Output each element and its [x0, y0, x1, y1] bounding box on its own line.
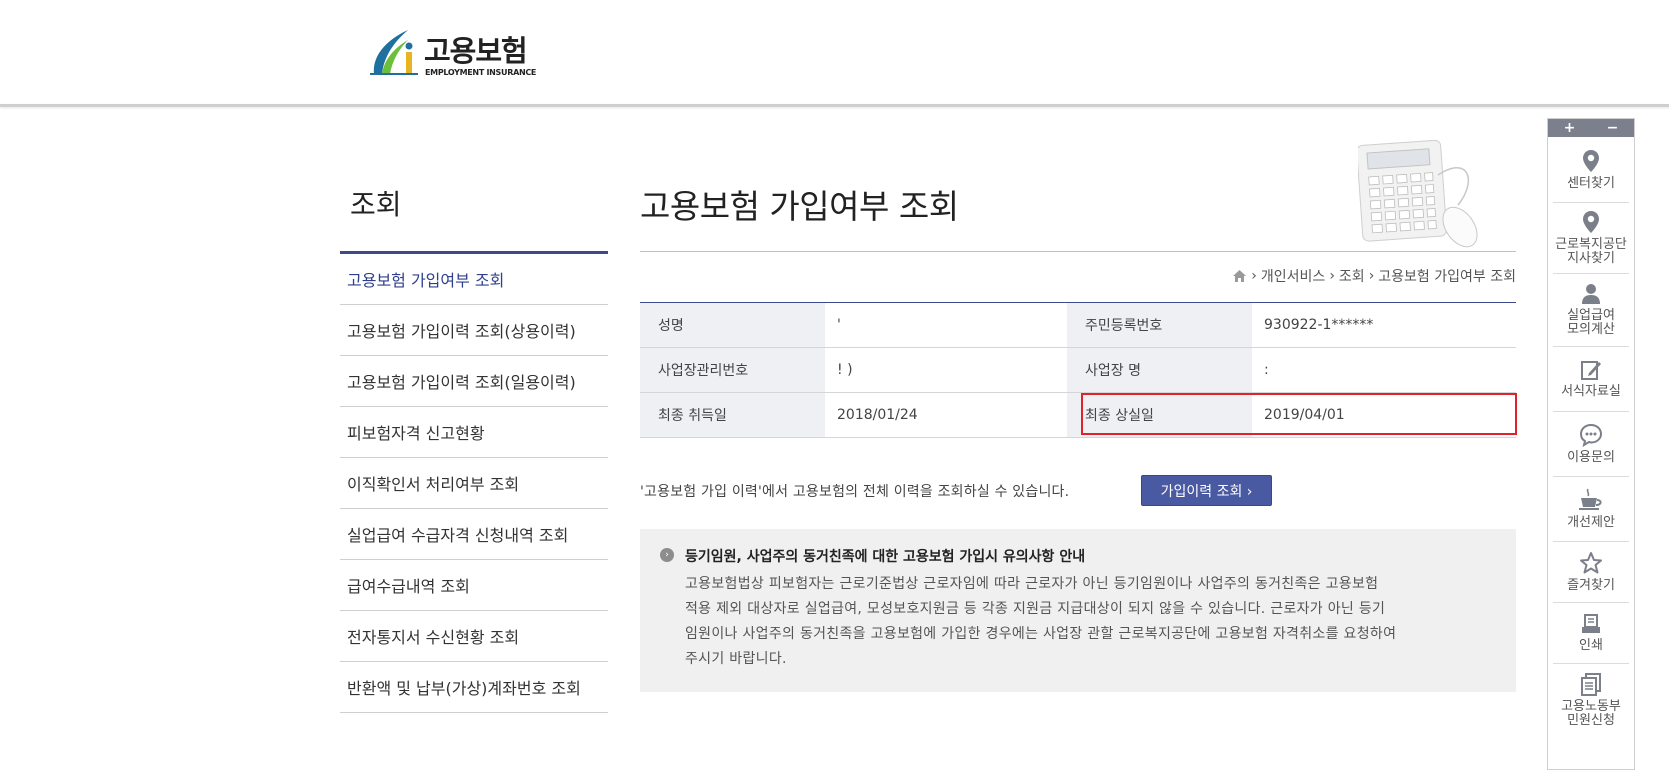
- resident-number-value: 930922-1******: [1252, 302, 1516, 348]
- notice-title: 등기임원, 사업주의 동거친족에 대한 고용보험 가입시 유의사항 안내: [685, 549, 1086, 565]
- quick-item-inquiry[interactable]: 이용문의: [1553, 412, 1629, 477]
- notice-line: 고용보험법상 피보험자는 근로기준법상 근로자임에 따라 근로자가 아닌 등기임…: [685, 576, 1379, 592]
- acquisition-date-value: 2018/01/24: [825, 392, 1067, 438]
- notice-line: 임원이나 사업주의 동거친족을 고용보험에 가입한 경우에는 사업장 관할 근로…: [685, 626, 1397, 642]
- title-divider: [640, 251, 1516, 252]
- documents-icon: [1581, 673, 1601, 696]
- workplace-name-label: 사업장 명: [1067, 347, 1252, 393]
- quick-item-label: 지사찾기: [1567, 251, 1615, 266]
- breadcrumb-separator: ›: [1251, 268, 1257, 284]
- quick-item-label: 실업급여: [1567, 308, 1615, 323]
- quick-item-forms[interactable]: 서식자료실: [1553, 347, 1629, 412]
- edit-form-icon: [1581, 361, 1601, 380]
- workplace-number-value: ! ): [825, 347, 1067, 393]
- printer-icon: [1582, 614, 1600, 633]
- quick-item-center-find[interactable]: 센터찾기: [1553, 137, 1629, 203]
- sidebar-item-refund-account[interactable]: 반환액 및 납부(가상)계좌번호 조회: [340, 662, 608, 713]
- breadcrumb-item-personal-service[interactable]: 개인서비스: [1261, 266, 1325, 286]
- location-pin-icon: [1583, 211, 1599, 233]
- sidebar-item-e-notice[interactable]: 전자통지서 수신현황 조회: [340, 611, 608, 662]
- workplace-name-value: :: [1252, 347, 1516, 393]
- sidebar-item-benefit-history[interactable]: 급여수급내역 조회: [340, 560, 608, 611]
- quick-item-label: 센터찾기: [1567, 175, 1615, 191]
- quick-item-label: 즐겨찾기: [1567, 578, 1615, 593]
- zoom-out-button[interactable]: −: [1607, 120, 1619, 136]
- breadcrumb-item-inquiry[interactable]: 조회: [1339, 266, 1365, 286]
- logo-text-en: EMPLOYMENT INSURANCE: [425, 68, 537, 77]
- quick-item-unemployment-calc[interactable]: 실업급여 모의계산: [1553, 274, 1629, 347]
- quick-item-label: 서식자료실: [1561, 384, 1621, 399]
- sidebar-item-qualification-report[interactable]: 피보험자격 신고현황: [340, 407, 608, 458]
- header-divider: [0, 104, 1669, 107]
- breadcrumb-separator: ›: [1329, 268, 1335, 284]
- table-row: 성명 ' 주민등록번호 930922-1******: [640, 302, 1516, 348]
- quick-item-label: 개선제안: [1567, 515, 1615, 530]
- sidebar-menu: 고용보험 가입여부 조회 고용보험 가입이력 조회(상용이력) 고용보험 가입이…: [340, 251, 608, 713]
- quick-item-favorites[interactable]: 즐겨찾기: [1553, 542, 1629, 603]
- notice-line: 주시기 바랍니다.: [685, 651, 787, 667]
- workplace-number-label: 사업장관리번호: [640, 347, 825, 393]
- history-inquiry-button[interactable]: 가입이력 조회 ›: [1141, 475, 1272, 506]
- home-icon[interactable]: [1232, 269, 1247, 283]
- chat-bubble-icon: [1579, 423, 1603, 447]
- history-guide-text: '고용보험 가입 이력'에서 고용보험의 전체 이력을 조회하실 수 있습니다.: [640, 484, 1070, 500]
- sidebar-item-unemployment-application[interactable]: 실업급여 수급자격 신청내역 조회: [340, 509, 608, 560]
- sidebar-item-separation-certificate[interactable]: 이직확인서 처리여부 조회: [340, 458, 608, 509]
- quick-item-label: 모의계산: [1567, 322, 1615, 337]
- quick-menu: + − 센터찾기 근로복지공단 지사찾기 실업급여 모의계산 서식자료실 이용문…: [1547, 118, 1635, 770]
- site-header: 고용보험 EMPLOYMENT INSURANCE: [0, 0, 1669, 107]
- location-pin-icon: [1583, 149, 1599, 172]
- sidebar-item-history-regular[interactable]: 고용보험 가입이력 조회(상용이력): [340, 305, 608, 356]
- name-value: ': [825, 302, 1067, 348]
- zoom-in-button[interactable]: +: [1564, 120, 1576, 136]
- sidebar-item-history-daily[interactable]: 고용보험 가입이력 조회(일용이력): [340, 356, 608, 407]
- notice-line: 적용 제외 대상자로 실업급여, 모성보호지원금 등 각종 지원금 지급대상이 …: [685, 601, 1386, 617]
- breadcrumb: › 개인서비스 › 조회 › 고용보험 가입여부 조회: [1232, 266, 1516, 286]
- resident-number-label: 주민등록번호: [1067, 302, 1252, 348]
- quick-item-branch-find[interactable]: 근로복지공단 지사찾기: [1553, 203, 1629, 274]
- name-label: 성명: [640, 302, 825, 348]
- calculator-mouse-illustration: [1358, 139, 1478, 248]
- star-icon: [1580, 552, 1602, 574]
- notice-box: › 등기임원, 사업주의 동거친족에 대한 고용보험 가입시 유의사항 안내 고…: [640, 529, 1516, 692]
- table-row: 사업장관리번호 ! ) 사업장 명 :: [640, 347, 1516, 393]
- quick-item-label: 근로복지공단: [1555, 237, 1627, 252]
- person-icon: [1582, 284, 1600, 304]
- quick-item-label: 이용문의: [1567, 450, 1615, 465]
- quick-item-label: 민원신청: [1567, 713, 1615, 728]
- quick-menu-header: + −: [1548, 119, 1634, 137]
- page-title: 고용보험 가입여부 조회: [640, 187, 959, 226]
- logo-mark-icon: [370, 30, 418, 75]
- quick-item-print[interactable]: 인쇄: [1553, 603, 1629, 664]
- chevron-right-circle-icon: ›: [660, 548, 674, 562]
- employment-insurance-logo[interactable]: 고용보험 EMPLOYMENT INSURANCE: [368, 26, 538, 82]
- breadcrumb-separator: ›: [1368, 268, 1375, 284]
- acquisition-date-label: 최종 취득일: [640, 392, 825, 438]
- coffee-cup-icon: [1579, 488, 1602, 510]
- sidebar-item-subscription-check[interactable]: 고용보험 가입여부 조회: [340, 254, 608, 305]
- quick-item-suggestion[interactable]: 개선제안: [1553, 477, 1629, 542]
- sidebar-title: 조회: [350, 188, 402, 221]
- logo-text-ko: 고용보험: [424, 34, 528, 68]
- quick-item-moel-civil-petition[interactable]: 고용노동부 민원신청: [1553, 664, 1629, 736]
- breadcrumb-item-current: 고용보험 가입여부 조회: [1378, 269, 1516, 285]
- quick-item-label: 고용노동부: [1561, 699, 1621, 714]
- loss-date-highlight-box: [1081, 393, 1517, 435]
- quick-item-label: 인쇄: [1579, 638, 1603, 653]
- notice-body: 고용보험법상 피보험자는 근로기준법상 근로자임에 따라 근로자가 아닌 등기임…: [685, 572, 1500, 672]
